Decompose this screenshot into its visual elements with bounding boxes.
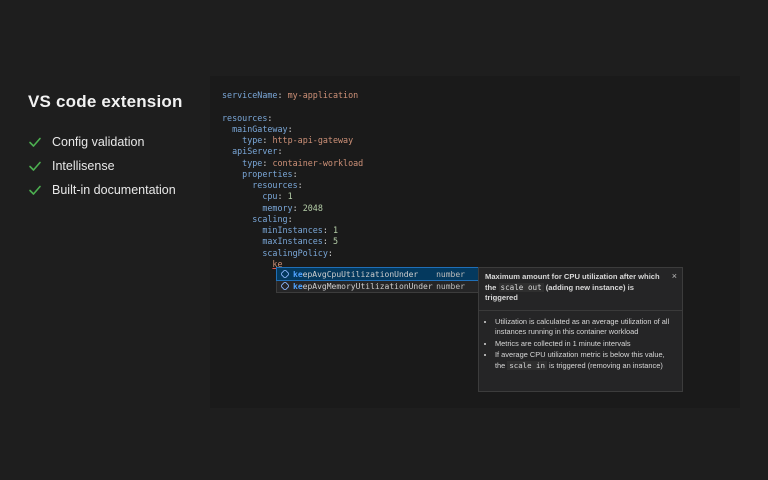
code-line[interactable]: properties: [222,169,363,180]
code-line[interactable]: resources: [222,113,363,124]
code-line[interactable]: scaling: [222,214,363,225]
code-line[interactable]: serviceName: my-application [222,90,363,101]
yaml-key: minInstances [262,225,323,235]
feature-label: Intellisense [52,159,115,173]
colon: : [287,213,293,224]
docs-bullet: Utilization is calculated as an average … [495,317,676,338]
yaml-value: 1 [287,191,293,202]
colon: : [297,180,303,190]
yaml-value: container-workload [272,157,364,168]
property-icon [280,269,290,279]
feature-label: Built-in documentation [52,183,176,197]
colon: : [277,146,283,157]
yaml-value: 2048 [302,202,323,213]
suggestion-item[interactable]: keepAvgCpuUtilizationUnder number [276,267,480,281]
code-line[interactable]: type: container-workload [222,158,363,169]
yaml-key: mainGateway [232,123,288,134]
yaml-key: apiServer [232,146,278,157]
yaml-key: properties [242,168,293,179]
code-editor[interactable]: serviceName: my-application resources: m… [210,76,740,408]
code-line[interactable] [222,101,363,112]
yaml-key: type [242,157,263,168]
feature-item: Intellisense [28,154,208,178]
feature-item: Built-in documentation [28,178,208,202]
feature-label: Config validation [52,135,145,149]
yaml-value: http-api-gateway [272,135,354,145]
yaml-key: scalingPolicy [262,247,328,258]
code-line[interactable]: minInstances: 1 [222,225,363,236]
docs-bullet: Metrics are collected in 1 minute interv… [495,339,676,350]
yaml-key: cpu [262,191,278,202]
documentation-widget: × Maximum amount for CPU utilization aft… [478,267,683,392]
feature-list: Config validation Intellisense Built-in … [28,130,208,202]
yaml-key: scaling [252,213,288,224]
code-line[interactable]: memory: 2048 [222,203,363,214]
colon: : [292,168,298,179]
code-lines[interactable]: serviceName: my-application resources: m… [222,90,363,270]
suggestion-type: number [436,281,465,291]
colon: : [287,123,293,134]
yaml-key: resources [252,180,298,190]
yaml-key: resources [222,112,268,123]
code-line[interactable]: cpu: 1 [222,191,363,202]
docs-bullets: Utilization is calculated as an average … [485,317,676,372]
docs-bullet: If average CPU utilization metric is bel… [495,350,676,371]
code-line[interactable]: apiServer: [222,146,363,157]
yaml-value: 1 [332,225,338,235]
panel-title: VS code extension [28,92,183,111]
code-line[interactable]: resources: [222,180,363,191]
checkmark-icon [28,159,42,173]
docs-header: Maximum amount for CPU utilization after… [485,272,660,302]
code-line[interactable]: mainGateway: [222,124,363,135]
suggestion-label: keepAvgCpuUtilizationUnder [293,269,419,279]
docs-divider [479,309,682,311]
yaml-value: 5 [332,236,338,247]
colon: : [327,247,333,258]
colon: : [267,112,273,123]
code-line[interactable]: maxInstances: 5 [222,236,363,247]
checkmark-icon [28,135,42,149]
feature-item: Config validation [28,130,208,154]
code-line[interactable]: type: http-api-gateway [222,135,363,146]
yaml-value: my-application [287,90,359,100]
property-icon [280,281,290,291]
code-line[interactable]: scalingPolicy: [222,248,363,259]
close-icon[interactable]: × [672,271,677,281]
yaml-key: maxInstances [262,236,323,247]
suggestion-type: number [436,269,465,279]
feature-panel: VS code extension Config validation Inte… [28,92,208,202]
yaml-key: type [242,135,263,145]
yaml-key: serviceName [222,90,278,100]
suggestion-item[interactable]: keepAvgMemoryUtilizationUnder number [277,280,479,292]
yaml-key: memory [262,202,293,213]
suggestion-label: keepAvgMemoryUtilizationUnder [293,281,433,291]
suggestion-widget[interactable]: keepAvgCpuUtilizationUnder number keepAv… [276,267,480,293]
checkmark-icon [28,183,42,197]
